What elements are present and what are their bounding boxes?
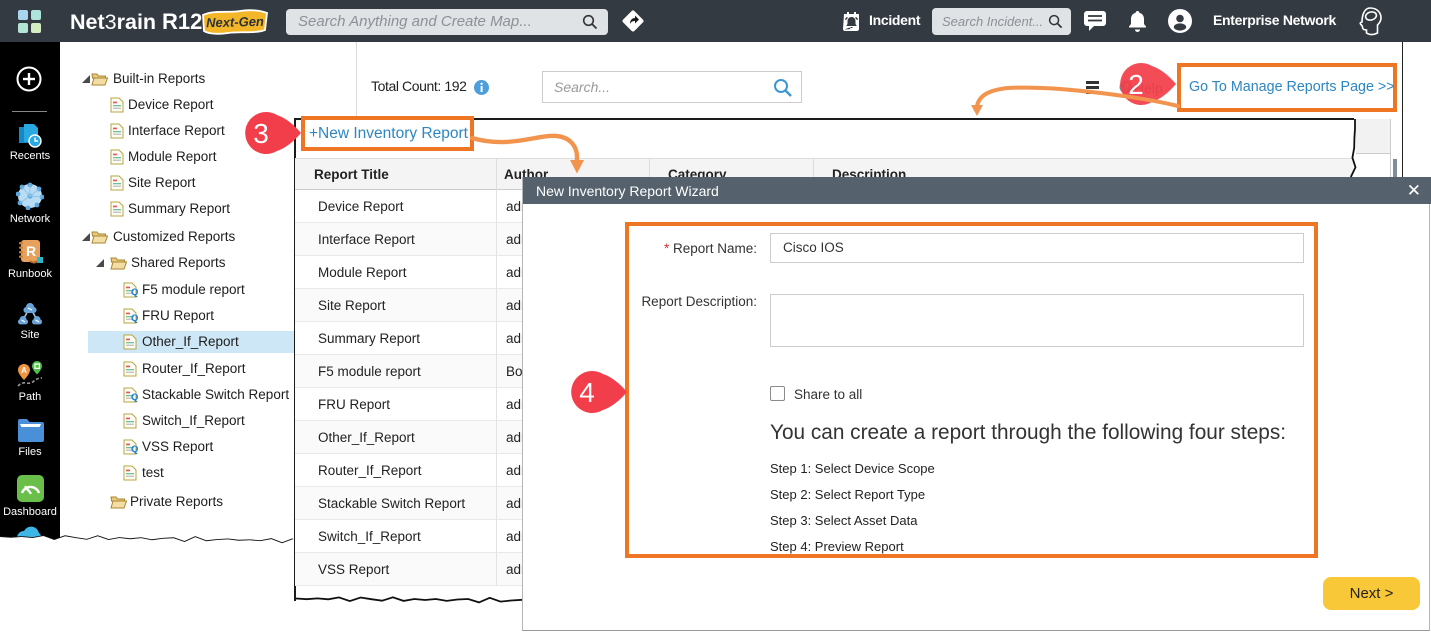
svg-text:?: ? bbox=[1123, 82, 1129, 93]
svg-text:Next-Gen: Next-Gen bbox=[206, 14, 264, 31]
